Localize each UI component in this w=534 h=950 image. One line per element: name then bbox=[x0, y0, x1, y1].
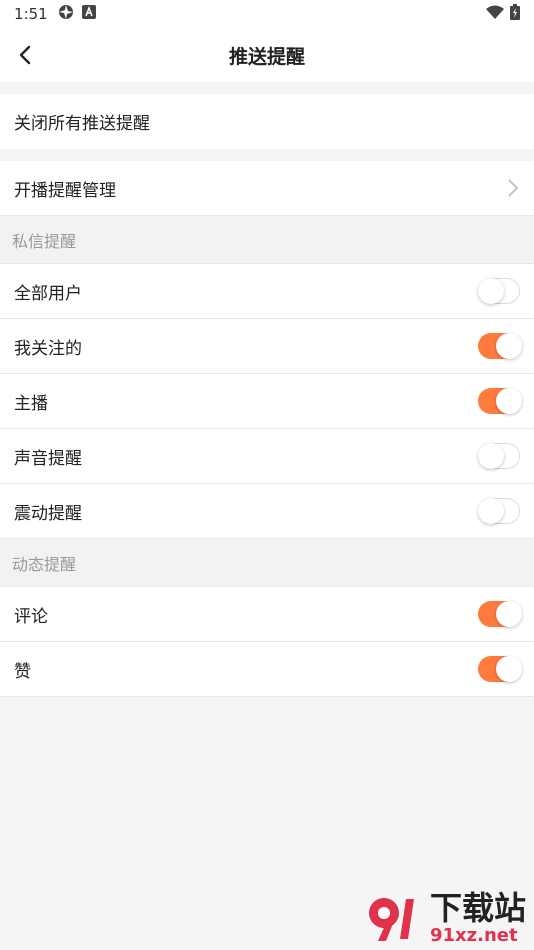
close-all-label: 关闭所有推送提醒 bbox=[14, 114, 150, 134]
toggle-switch[interactable] bbox=[478, 333, 522, 359]
toggle-knob bbox=[496, 656, 522, 682]
private-message-item-label: 我关注的 bbox=[14, 338, 82, 359]
private-message-item-label: 全部用户 bbox=[14, 283, 82, 304]
battery-icon bbox=[510, 4, 520, 24]
private-message-list: 全部用户我关注的主播声音提醒震动提醒 bbox=[0, 264, 534, 539]
spacer bbox=[0, 149, 534, 161]
dynamic-item-row: 赞 bbox=[0, 642, 534, 697]
close-all-notifications-row[interactable]: 关闭所有推送提醒 bbox=[0, 94, 534, 149]
private-message-item-label: 震动提醒 bbox=[14, 503, 82, 524]
dynamic-item-label: 赞 bbox=[14, 661, 31, 682]
toggle-switch[interactable] bbox=[478, 498, 520, 524]
private-message-item-label: 主播 bbox=[14, 393, 48, 414]
watermark: 下载站 91xz.net bbox=[366, 890, 526, 946]
header: 推送提醒 bbox=[0, 28, 534, 82]
watermark-logo-icon bbox=[368, 898, 414, 941]
dynamic-item-row: 评论 bbox=[0, 587, 534, 642]
aperture-icon bbox=[58, 4, 74, 24]
back-arrow-icon bbox=[19, 45, 31, 65]
toggle-switch[interactable] bbox=[478, 656, 522, 682]
dynamic-section-header: 动态提醒 bbox=[0, 539, 534, 587]
dynamic-item-label: 评论 bbox=[14, 606, 48, 627]
toggle-switch[interactable] bbox=[478, 443, 520, 469]
toggle-knob bbox=[496, 388, 522, 414]
live-reminder-management-row[interactable]: 开播提醒管理 bbox=[0, 161, 534, 216]
private-message-item-row: 震动提醒 bbox=[0, 484, 534, 539]
toggle-switch[interactable] bbox=[478, 601, 522, 627]
toggle-knob bbox=[478, 498, 504, 524]
toggle-switch[interactable] bbox=[478, 278, 520, 304]
status-time: 1:51 bbox=[14, 5, 48, 23]
wifi-icon bbox=[486, 5, 504, 23]
dynamic-list: 评论赞 bbox=[0, 587, 534, 697]
private-message-item-row: 我关注的 bbox=[0, 319, 534, 374]
notification-a-icon bbox=[81, 5, 96, 23]
private-message-item-row: 声音提醒 bbox=[0, 429, 534, 484]
private-message-section-header: 私信提醒 bbox=[0, 216, 534, 264]
private-message-item-row: 全部用户 bbox=[0, 264, 534, 319]
toggle-knob bbox=[496, 333, 522, 359]
page-title: 推送提醒 bbox=[228, 45, 305, 68]
watermark-en-text: 91xz.net bbox=[429, 925, 518, 946]
back-button[interactable] bbox=[12, 42, 38, 68]
status-bar: 1:51 bbox=[0, 0, 534, 28]
toggle-switch[interactable] bbox=[478, 388, 522, 414]
toggle-knob bbox=[496, 601, 522, 627]
private-message-item-row: 主播 bbox=[0, 374, 534, 429]
toggle-knob bbox=[478, 278, 504, 304]
chevron-right-icon bbox=[508, 179, 519, 197]
toggle-knob bbox=[478, 443, 504, 469]
live-manage-label: 开播提醒管理 bbox=[14, 180, 116, 201]
private-message-item-label: 声音提醒 bbox=[14, 448, 82, 469]
spacer bbox=[0, 82, 534, 94]
watermark-cn-text: 下载站 bbox=[429, 889, 526, 927]
